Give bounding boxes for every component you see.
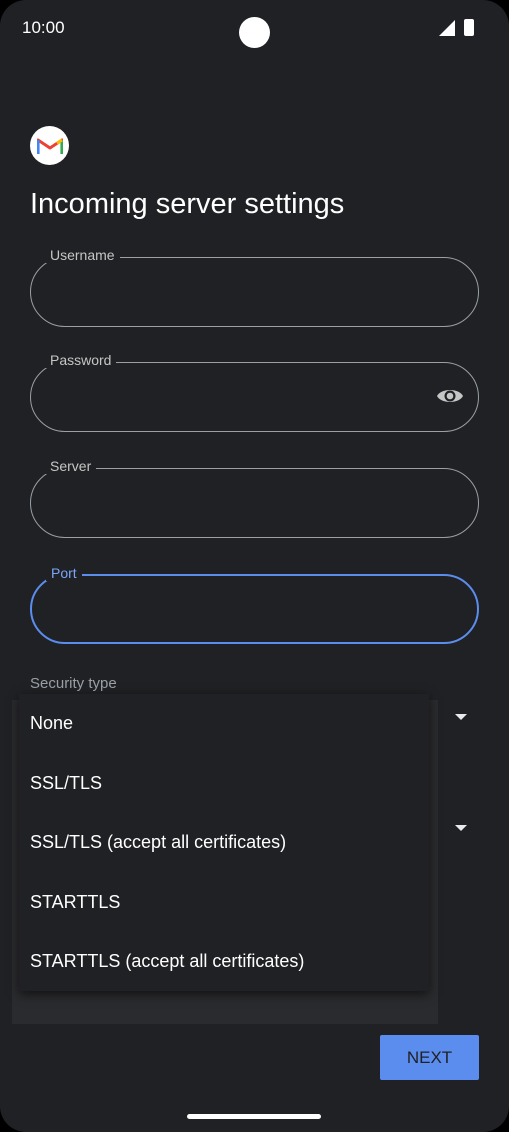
battery-icon [464,19,474,36]
menu-item-ssl-tls-accept-all[interactable]: SSL/TLS (accept all certificates) [19,813,429,872]
menu-item-starttls-accept-all[interactable]: STARTTLS (accept all certificates) [19,932,429,991]
next-button[interactable]: NEXT [380,1035,479,1080]
username-field[interactable]: Username [30,247,479,327]
gesture-nav-bar[interactable] [187,1114,321,1119]
chevron-down-icon[interactable] [455,714,467,720]
password-field[interactable]: Password [30,352,479,432]
signal-icon [439,20,455,36]
port-field[interactable]: Port [30,565,479,644]
menu-item-ssl-tls[interactable]: SSL/TLS [19,754,429,813]
status-time: 10:00 [22,18,65,37]
phone-screen: 10:00 Incoming server settings Username … [0,0,509,1132]
password-input[interactable] [49,383,433,413]
username-input[interactable] [49,278,433,308]
front-camera [239,17,270,48]
chevron-down-icon[interactable] [455,825,467,831]
server-field[interactable]: Server [30,458,479,538]
gmail-logo-icon [30,126,69,165]
security-type-label: Security type [30,675,117,692]
port-label: Port [46,565,82,581]
menu-item-none[interactable]: None [19,694,429,753]
password-label: Password [45,352,117,368]
port-input[interactable] [50,596,434,626]
status-bar: 10:00 [0,0,509,56]
menu-item-starttls[interactable]: STARTTLS [19,873,429,932]
security-type-menu: None SSL/TLS SSL/TLS (accept all certifi… [19,694,429,991]
page-title: Incoming server settings [30,188,345,220]
server-label: Server [45,458,97,474]
server-input[interactable] [49,489,433,519]
username-label: Username [45,247,120,263]
eye-icon[interactable] [436,386,464,406]
